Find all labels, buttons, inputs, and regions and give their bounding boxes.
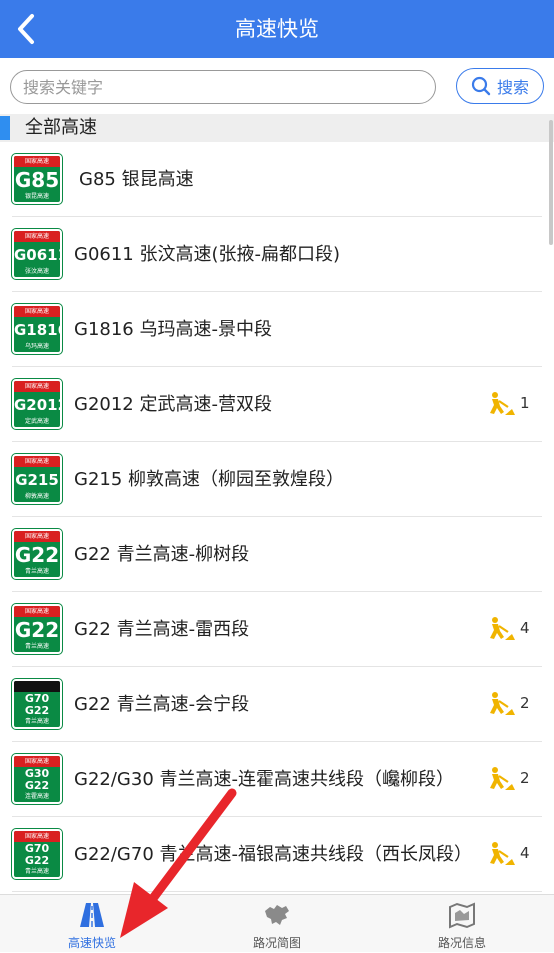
page-title: 高速快览 [235, 17, 319, 41]
search-button-label: 搜索 [496, 78, 529, 97]
shield-code: G22 [14, 543, 60, 567]
highway-shield-icon: 国家高速 G1816 乌玛高速 [12, 304, 62, 354]
list-item[interactable]: 国家高速 G215 柳敦高速 G215 柳敦高速（柳园至敦煌段） [0, 442, 554, 517]
search-button[interactable]: 搜索 [456, 68, 544, 104]
list-item[interactable]: 国家高速 G0611 张汶高速 G0611 张汶高速(张掖-扁都口段) [0, 217, 554, 292]
section-accent-bar [0, 116, 10, 140]
roadwork-count: 2 [520, 694, 530, 712]
highway-shield-icon: G70 G22 青兰高速 [12, 679, 62, 729]
shield-code: G0611 [14, 246, 60, 264]
highway-name: G22 青兰高速-雷西段 [74, 618, 250, 640]
list-item[interactable]: G70 G22 青兰高速 G22 青兰高速-会宁段 2 [0, 667, 554, 742]
tab-label: 路况简图 [252, 936, 301, 950]
shield-header: 国家高速 [14, 156, 60, 167]
shield-header: 国家高速 [14, 456, 60, 467]
highway-shield-icon: 国家高速 G2012 定武高速 [12, 379, 62, 429]
tab-traffic-info[interactable]: 路况信息 [402, 895, 522, 953]
search-input[interactable] [10, 70, 436, 104]
roadwork-icon [490, 767, 515, 790]
roadwork-count: 4 [520, 844, 530, 862]
shield-name: 青兰高速 [24, 868, 49, 875]
shield-name: 青兰高速 [24, 568, 49, 575]
highway-name: G22 青兰高速-柳树段 [74, 543, 250, 565]
shield-code: G2012 [14, 396, 60, 414]
shield-name: 银昆高速 [24, 193, 49, 200]
roadwork-icon [490, 842, 515, 865]
highway-shield-icon: 国家高速 G22 青兰高速 [12, 604, 62, 654]
shield-header: 国家高速 [14, 831, 60, 842]
list-item[interactable]: 国家高速 G2012 定武高速 G2012 定武高速-营双段 1 [0, 367, 554, 442]
shield-header: 国家高速 [14, 231, 60, 242]
shield-header: 国家高速 [14, 531, 60, 542]
shield-name: 柳敦高速 [24, 493, 49, 500]
shield-header: 国家高速 [14, 756, 60, 767]
list-item[interactable]: 国家高速 G70 G22 青兰高速 G22/G70 青兰高速-福银高速共线段（西长凤段… [0, 817, 554, 892]
shield-code: G1816 [14, 321, 60, 339]
roadwork-icon [490, 692, 515, 715]
roadwork-count: 2 [520, 769, 530, 787]
roadwork-icon [490, 392, 515, 415]
shield-code: G85 [14, 168, 60, 192]
roadwork-count: 4 [520, 619, 530, 637]
scrollbar[interactable] [549, 120, 553, 245]
shield-code: G22 [14, 618, 60, 642]
highway-name: G22/G30 青兰高速-连霍高速共线段（巉柳段） [74, 768, 454, 790]
highway-shield-icon: 国家高速 G70 G22 青兰高速 [12, 829, 62, 879]
highway-name: G1816 乌玛高速-景中段 [74, 318, 272, 340]
list-item[interactable]: 国家高速 G1816 乌玛高速 G1816 乌玛高速-景中段 [0, 292, 554, 367]
bottom-tab-bar: 高速快览 路况简图 路况信息 [0, 894, 554, 952]
search-icon [471, 76, 491, 96]
shield-name: 青兰高速 [24, 643, 49, 650]
highway-name: G22/G70 青兰高速-福银高速共线段（西长凤段） [74, 843, 472, 865]
highway-list: 国家高速G85银昆高速G85 银昆高速国家高速G0611张汶高速G0611 张汶… [0, 142, 554, 894]
highway-shield-icon: 国家高速 G0611 张汶高速 [12, 229, 62, 279]
highway-name: G22 青兰高速-会宁段 [74, 693, 250, 715]
section-header: 全部高速 [0, 114, 554, 142]
highway-shield-icon: 国家高速 G22 青兰高速 [12, 529, 62, 579]
tab-label: 高速快览 [67, 936, 116, 950]
shield-name: 定武高速 [24, 418, 49, 425]
highway-shield-icon: 国家高速 G30 G22 连霍高速 [12, 754, 62, 804]
highway-shield-icon: 国家高速 G85 银昆高速 [12, 154, 62, 204]
tab-highway-overview[interactable]: 高速快览 [32, 895, 152, 953]
highway-name: G85 银昆高速 [79, 168, 194, 190]
list-item[interactable]: 国家高速 G22 青兰高速 G22 青兰高速-雷西段 4 [0, 592, 554, 667]
shield-name: 乌玛高速 [24, 343, 49, 350]
shield-header: 国家高速 [14, 306, 60, 317]
shield-header: 国家高速 [14, 606, 60, 617]
shield-name: 青兰高速 [24, 718, 49, 725]
list-item[interactable]: 国家高速 G85 银昆高速 G85 银昆高速 [0, 142, 554, 217]
search-row: 搜索 [0, 58, 554, 114]
roadwork-count: 1 [520, 394, 530, 412]
map-info-icon [449, 902, 475, 929]
list-item[interactable]: 国家高速 G30 G22 连霍高速 G22/G30 青兰高速-连霍高速共线段（巉柳段）… [0, 742, 554, 817]
map-outline-icon [265, 905, 289, 925]
shield-name: 张汶高速 [24, 268, 49, 275]
road-icon [80, 903, 104, 927]
highway-name: G0611 张汶高速(张掖-扁都口段) [74, 243, 341, 265]
roadwork-icon [490, 617, 515, 640]
shield-name: 连霍高速 [24, 793, 49, 800]
shield-header [14, 681, 60, 692]
shield-header: 国家高速 [14, 381, 60, 392]
section-title: 全部高速 [25, 117, 97, 138]
tab-traffic-map[interactable]: 路况简图 [217, 895, 337, 953]
list-item[interactable]: 国家高速 G22 青兰高速 G22 青兰高速-柳树段 [0, 517, 554, 592]
top-bar: 高速快览 [0, 0, 554, 58]
highway-name: G2012 定武高速-营双段 [74, 393, 272, 415]
divider [12, 891, 542, 892]
highway-shield-icon: 国家高速 G215 柳敦高速 [12, 454, 62, 504]
tab-label: 路况信息 [437, 936, 486, 950]
highway-name: G215 柳敦高速（柳园至敦煌段） [74, 468, 345, 490]
shield-code: G215 [15, 471, 59, 489]
